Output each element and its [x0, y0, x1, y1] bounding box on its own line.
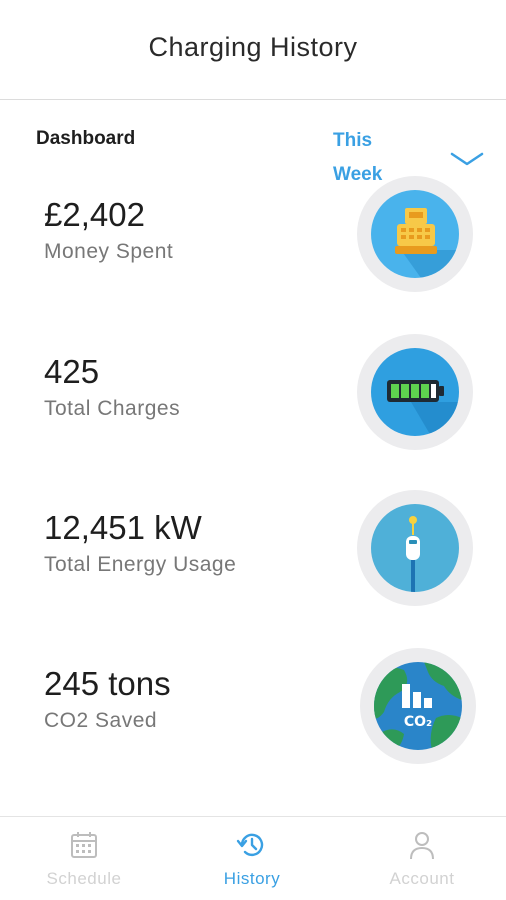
bottom-tab-bar: Schedule History Account: [0, 816, 506, 900]
co2-badge: CO₂: [360, 648, 476, 764]
charging-plug-icon: [371, 504, 459, 592]
calendar-icon[interactable]: [68, 829, 100, 861]
history-icon[interactable]: [236, 829, 268, 861]
stat-value: £2,402: [44, 196, 145, 233]
dashboard-label: Dashboard: [36, 128, 136, 149]
stat-energy-usage: 12,451 kW Total Energy Usage: [44, 509, 236, 577]
battery-icon: [371, 348, 459, 436]
earth-co2-icon: CO₂: [374, 662, 462, 750]
tab-history[interactable]: History: [168, 817, 336, 900]
stat-value: 425: [44, 353, 100, 390]
tab-account[interactable]: Account: [338, 817, 506, 900]
stat-total-charges: 425 Total Charges: [44, 353, 180, 421]
app-header: Charging History: [0, 0, 506, 100]
co2-icon-text: CO₂: [404, 714, 432, 730]
stat-label: Money Spent: [44, 240, 174, 263]
money-badge: [357, 176, 473, 292]
stat-money-spent: £2,402 Money Spent: [44, 196, 173, 264]
page-title: Charging History: [148, 32, 358, 62]
stat-label: Total Energy Usage: [44, 553, 237, 576]
stat-label: CO2 Saved: [44, 709, 158, 732]
tab-label[interactable]: History: [168, 869, 336, 889]
tab-schedule[interactable]: Schedule: [0, 817, 168, 900]
tab-label[interactable]: Schedule: [0, 869, 168, 889]
stat-co2-saved: 245 tons CO2 Saved: [44, 665, 171, 733]
chevron-down-icon[interactable]: [450, 150, 484, 168]
energy-badge: [357, 490, 473, 606]
stat-value: 12,451 kW: [44, 509, 202, 546]
period-line-1[interactable]: This: [333, 124, 423, 158]
person-icon[interactable]: [406, 829, 438, 861]
stat-label: Total Charges: [44, 397, 181, 420]
cash-register-icon: [371, 190, 459, 278]
stat-value: 245 tons: [44, 665, 171, 702]
charges-badge: [357, 334, 473, 450]
tab-label[interactable]: Account: [338, 869, 506, 889]
